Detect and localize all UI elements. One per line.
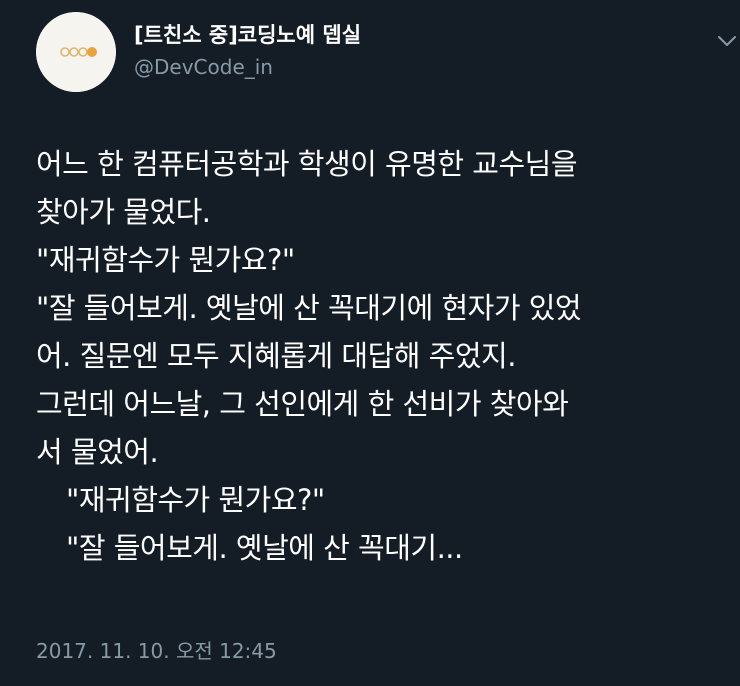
- chevron-down-icon: [718, 36, 736, 46]
- tweet-line: 서 물었어.: [36, 435, 159, 469]
- tweet-line: 어느 한 컴퓨터공학과 학생이 유명한 교수님을: [36, 147, 578, 181]
- tweet-line: 찾아가 물었다.: [36, 195, 211, 229]
- tweet-line: "재귀함수가 뭔가요?": [66, 483, 325, 517]
- tweet-line: "잘 들어보게. 옛날에 산 꼭대기...: [66, 531, 463, 565]
- avatar[interactable]: [36, 12, 116, 92]
- tweet-header: [트친소 중]코딩노예 뎁실 @DevCode_in: [36, 12, 736, 92]
- tweet-line: "재귀함수가 뭔가요?": [36, 243, 295, 277]
- tweet-card: [트친소 중]코딩노예 뎁실 @DevCode_in 어느 한 컴퓨터공학과 학…: [0, 0, 740, 686]
- tweet-line: 어. 질문엔 모두 지혜롭게 대답해 주었지.: [36, 339, 516, 373]
- tweet-timestamp[interactable]: 2017. 11. 10. 오전 12:45: [36, 636, 277, 666]
- tweet-text: 어느 한 컴퓨터공학과 학생이 유명한 교수님을 찾아가 물었다. "재귀함수가…: [36, 140, 716, 572]
- tweet-line: 그런데 어느날, 그 선인에게 한 선비가 찾아와: [36, 387, 569, 421]
- handle[interactable]: @DevCode_in: [134, 52, 361, 82]
- author-block: [트친소 중]코딩노예 뎁실 @DevCode_in: [134, 20, 361, 82]
- tweet-line: "잘 들어보게. 옛날에 산 꼭대기에 현자가 있었: [36, 291, 582, 325]
- tweet-menu-button[interactable]: [712, 28, 740, 54]
- orange-dots-logo-icon: [36, 12, 116, 92]
- display-name[interactable]: [트친소 중]코딩노예 뎁실: [134, 20, 361, 50]
